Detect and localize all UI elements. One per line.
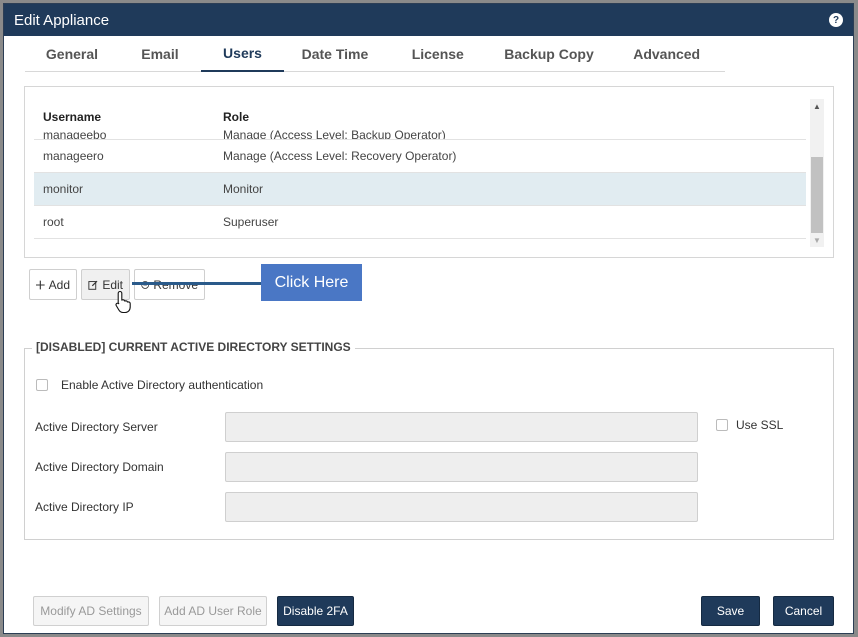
tab-email[interactable]: Email — [119, 36, 201, 72]
use-ssl-checkbox-row[interactable]: Use SSL — [716, 418, 783, 432]
enable-ad-checkbox-row[interactable]: Enable Active Directory authentication — [36, 378, 263, 392]
enable-ad-label: Enable Active Directory authentication — [61, 378, 264, 392]
cell-role: Manage (Access Level: Recovery Operator) — [223, 149, 457, 163]
cell-username: manageebo — [43, 128, 107, 140]
edit-icon — [88, 280, 98, 290]
scroll-down-arrow-icon[interactable]: ▼ — [810, 233, 824, 247]
tab-backup-copy[interactable]: Backup Copy — [490, 36, 609, 72]
ad-ip-input[interactable] — [225, 492, 698, 522]
table-row-selected[interactable]: monitor Monitor — [34, 173, 806, 206]
cell-role: Manage (Access Level: Backup Operator) — [223, 128, 446, 140]
enable-ad-checkbox[interactable] — [36, 379, 48, 391]
scroll-up-arrow-icon[interactable]: ▲ — [810, 99, 824, 113]
table-row[interactable]: manageebo Manage (Access Level: Backup O… — [34, 127, 806, 140]
table-row[interactable]: root Superuser — [34, 206, 806, 239]
callout-connector — [132, 282, 262, 285]
ad-domain-input[interactable] — [225, 452, 698, 482]
users-table: Username Role manageebo Manage (Access L… — [34, 87, 806, 255]
save-button[interactable]: Save — [701, 596, 760, 626]
users-table-panel: Username Role manageebo Manage (Access L… — [24, 86, 834, 258]
ad-server-label: Active Directory Server — [35, 420, 158, 434]
tab-license[interactable]: License — [386, 36, 490, 72]
cancel-button[interactable]: Cancel — [773, 596, 834, 626]
help-icon[interactable]: ? — [829, 13, 843, 27]
add-ad-user-role-button[interactable]: Add AD User Role — [159, 596, 267, 626]
username-column-header: Username — [43, 110, 102, 124]
click-here-callout: Click Here — [261, 264, 362, 301]
cell-role: Monitor — [223, 182, 264, 196]
table-body: manageebo Manage (Access Level: Backup O… — [34, 127, 806, 255]
hand-cursor-icon — [115, 290, 131, 314]
ad-ip-label: Active Directory IP — [35, 500, 134, 514]
use-ssl-label: Use SSL — [736, 418, 784, 432]
cell-username: root — [43, 215, 64, 229]
cell-role: Superuser — [223, 215, 279, 229]
cell-username: manageero — [43, 149, 104, 163]
add-button-label: Add — [48, 277, 70, 292]
table-row[interactable]: manageero Manage (Access Level: Recovery… — [34, 140, 806, 173]
plus-icon — [36, 280, 45, 289]
tab-bar: General Email Users Date Time License Ba… — [25, 36, 725, 72]
ad-domain-label: Active Directory Domain — [35, 460, 164, 474]
tab-date-time[interactable]: Date Time — [284, 36, 386, 72]
table-header: Username Role — [34, 87, 806, 127]
table-scrollbar[interactable]: ▲ ▼ — [810, 99, 824, 247]
tab-general[interactable]: General — [25, 36, 119, 72]
ad-settings-section: [DISABLED] CURRENT ACTIVE DIRECTORY SETT… — [24, 340, 834, 540]
tab-advanced[interactable]: Advanced — [608, 36, 725, 72]
ad-settings-legend: [DISABLED] CURRENT ACTIVE DIRECTORY SETT… — [32, 340, 355, 354]
dialog-title: Edit Appliance — [14, 11, 110, 29]
cell-username: monitor — [43, 182, 84, 196]
add-user-button[interactable]: Add — [29, 269, 77, 300]
role-column-header: Role — [223, 110, 250, 124]
disable-2fa-button[interactable]: Disable 2FA — [277, 596, 354, 626]
edit-appliance-dialog: Edit Appliance ? General Email Users Dat… — [3, 3, 854, 634]
use-ssl-checkbox[interactable] — [716, 419, 728, 431]
ad-server-input[interactable] — [225, 412, 698, 442]
tab-users[interactable]: Users — [200, 36, 285, 72]
dialog-titlebar: Edit Appliance ? — [4, 4, 853, 36]
scroll-thumb[interactable] — [811, 157, 823, 233]
modify-ad-settings-button[interactable]: Modify AD Settings — [33, 596, 149, 626]
